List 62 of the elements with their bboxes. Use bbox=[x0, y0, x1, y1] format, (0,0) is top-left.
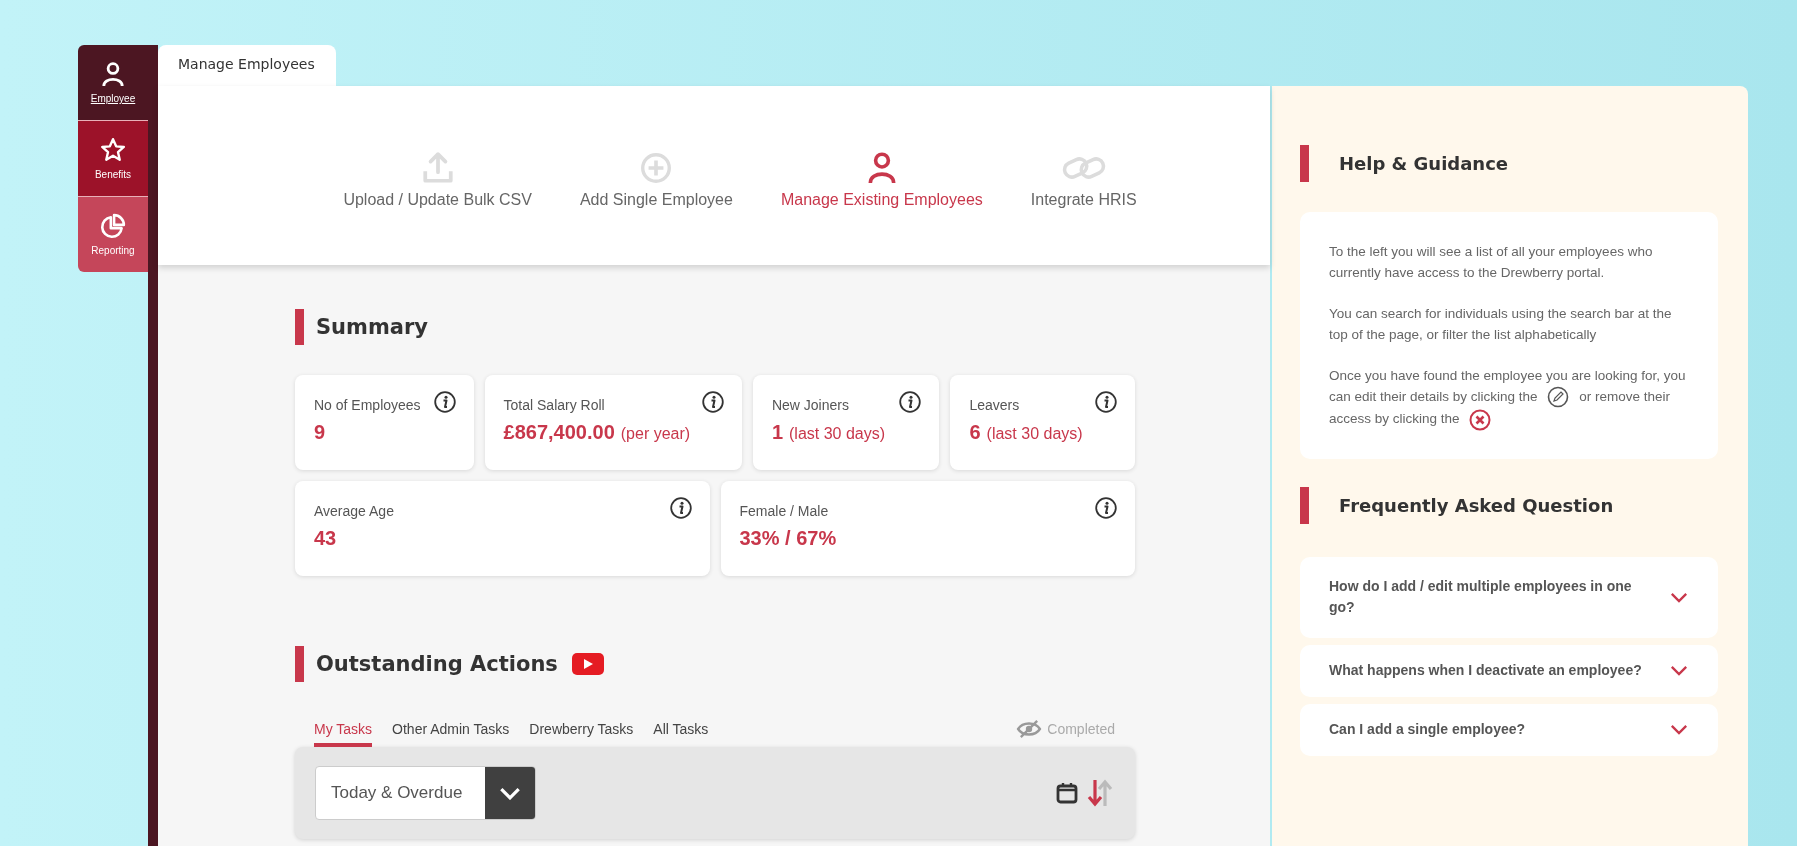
task-tab[interactable]: Drewberry Tasks bbox=[529, 710, 634, 747]
stat-label: Female / Male bbox=[739, 503, 829, 519]
chevron-down-icon bbox=[499, 786, 521, 800]
nav-tab[interactable]: Add Single Employee bbox=[579, 150, 733, 209]
stat-label: Average Age bbox=[314, 503, 394, 519]
stat-value: 33% / 67% bbox=[739, 527, 837, 550]
section-title: Outstanding Actions bbox=[316, 652, 558, 676]
pie-chart-icon bbox=[100, 213, 126, 239]
info-icon[interactable] bbox=[433, 391, 456, 413]
section-title: Summary bbox=[316, 315, 429, 339]
nav-tab[interactable]: Integrate HRIS bbox=[1030, 150, 1137, 209]
upload-icon bbox=[420, 150, 455, 185]
heading-accent bbox=[1300, 487, 1309, 525]
info-icon[interactable] bbox=[669, 497, 692, 519]
person-icon bbox=[100, 61, 126, 87]
sidebar-item[interactable]: Reporting bbox=[78, 197, 148, 272]
chevron-icon bbox=[1670, 724, 1688, 736]
stat-value: 1 bbox=[771, 421, 784, 444]
filter-dropdown[interactable]: Today & Overdue bbox=[315, 766, 536, 820]
page-tab[interactable]: Manage Employees bbox=[158, 45, 336, 86]
sort-arrows-icon[interactable] bbox=[1086, 778, 1114, 808]
sidebar-item[interactable]: Employee bbox=[78, 45, 148, 121]
section-title: Help & Guidance bbox=[1339, 153, 1509, 174]
star-icon bbox=[100, 137, 126, 163]
sidebar-item[interactable]: Benefits bbox=[78, 121, 148, 197]
stat-period: (last 30 days) bbox=[986, 425, 1083, 443]
pencil-icon bbox=[1547, 386, 1570, 409]
hidden-eye-icon[interactable] bbox=[1016, 718, 1043, 739]
heading-accent bbox=[295, 646, 304, 682]
info-icon[interactable] bbox=[701, 391, 724, 413]
section-title: Frequently Asked Question bbox=[1339, 495, 1614, 517]
info-icon[interactable] bbox=[1095, 497, 1117, 519]
help-paragraph: To the left you will see a list of all your employees who currently have access to the Drewberry portal. bbox=[1329, 243, 1654, 282]
stat-value: 6 bbox=[969, 421, 981, 444]
chevron-icon bbox=[1670, 591, 1688, 603]
stat-value: 9 bbox=[314, 421, 326, 444]
stat-period: (per year) bbox=[620, 425, 691, 443]
help-paragraph: Once you have found the employee you are looking for, you can edit their details by clicking the or remove their access by clicking the bbox=[1329, 365, 1690, 431]
faq-item[interactable]: How do I add / edit multiple employees in one go? bbox=[1300, 556, 1718, 638]
stat-label: Leavers bbox=[969, 397, 1020, 413]
stat-period: (last 30 days) bbox=[789, 425, 886, 443]
plus-circle-icon bbox=[639, 150, 674, 185]
stat-value: £867,400.00 bbox=[503, 421, 615, 444]
remove-icon bbox=[1469, 408, 1492, 431]
video-play-icon[interactable] bbox=[571, 653, 604, 675]
stat-label: Total Salary Roll bbox=[503, 397, 605, 413]
stat-label: New Joiners bbox=[771, 397, 849, 413]
heading-accent bbox=[1300, 145, 1309, 182]
info-icon[interactable] bbox=[899, 391, 922, 413]
task-tab[interactable]: Other Admin Tasks bbox=[392, 710, 510, 747]
help-paragraph: You can search for individuals using the search bar at the top of the page, or filter the list alphabetically bbox=[1329, 305, 1673, 344]
faq-item[interactable]: Can I add a single employee? bbox=[1300, 703, 1718, 756]
stat-label: No of Employees bbox=[314, 397, 421, 413]
heading-accent bbox=[295, 309, 304, 345]
task-tab[interactable]: All Tasks bbox=[653, 710, 709, 747]
info-icon[interactable] bbox=[1095, 391, 1117, 413]
calendar-icon[interactable] bbox=[1056, 782, 1078, 804]
nav-tab[interactable]: Upload / Update Bulk CSV bbox=[343, 150, 532, 209]
chevron-icon bbox=[1670, 665, 1688, 677]
faq-item[interactable]: What happens when I deactivate an employee? bbox=[1300, 644, 1718, 697]
nav-tab[interactable]: Manage Existing Employees bbox=[780, 150, 983, 209]
stat-value: 43 bbox=[314, 527, 337, 550]
